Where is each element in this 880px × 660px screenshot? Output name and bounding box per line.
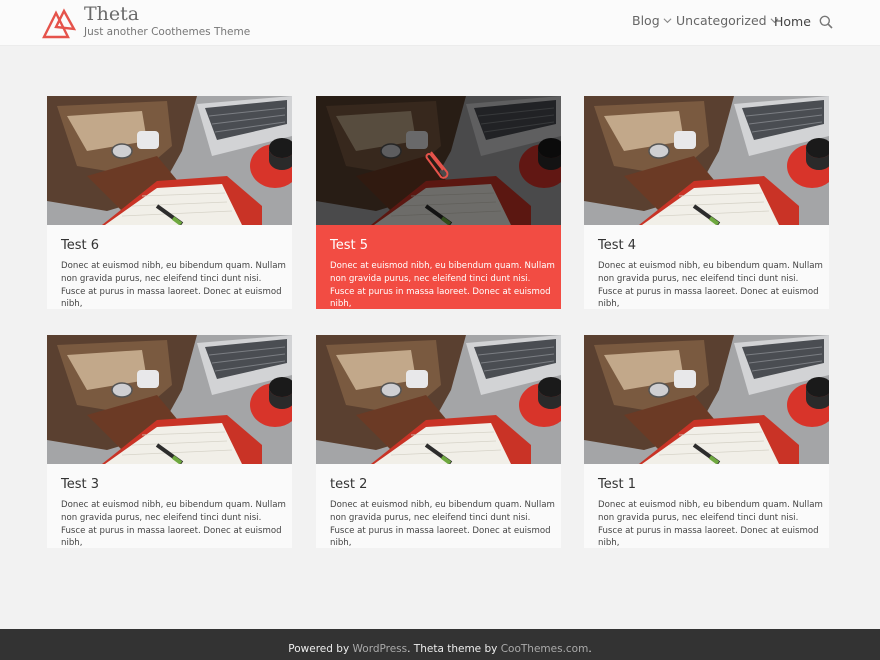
post-thumbnail[interactable]	[584, 96, 829, 225]
nav-item-blog[interactable]: Blog	[632, 13, 672, 28]
coothemes-link[interactable]: CooThemes.com	[501, 643, 589, 655]
footer-prefix: Powered by	[288, 643, 353, 655]
post-card[interactable]: Test 6 Donec at euismod nibh, eu bibendum…	[47, 96, 292, 309]
post-title[interactable]: Test 3	[61, 477, 99, 492]
post-excerpt: Donec at euismod nibh, eu bibendum quam.…	[330, 261, 555, 310]
post-thumbnail-image	[584, 335, 829, 464]
post-title[interactable]: Test 5	[330, 238, 368, 253]
post-excerpt: Donec at euismod nibh, eu bibendum quam.…	[598, 500, 823, 549]
nav-item-label: Blog	[632, 13, 660, 28]
post-thumbnail-image	[47, 96, 292, 225]
chevron-down-icon	[663, 18, 672, 24]
hover-overlay	[316, 96, 561, 225]
post-thumbnail[interactable]	[316, 335, 561, 464]
post-title[interactable]: Test 4	[598, 238, 636, 253]
post-thumbnail[interactable]	[316, 96, 561, 225]
footer-middle: . Theta theme by	[407, 643, 501, 655]
post-title[interactable]: Test 1	[598, 477, 636, 492]
nav-item-home[interactable]: Home	[774, 14, 811, 29]
site-tagline: Just another Coothemes Theme	[84, 26, 251, 38]
post-card[interactable]: Test 1 Donec at euismod nibh, eu bibendum…	[584, 335, 829, 548]
post-thumbnail[interactable]	[47, 96, 292, 225]
site-header: Theta Just another Coothemes Theme Blog …	[0, 0, 880, 46]
post-excerpt: Donec at euismod nibh, eu bibendum quam.…	[598, 261, 823, 310]
theta-logo-icon[interactable]	[42, 7, 76, 39]
site-title[interactable]: Theta	[84, 3, 139, 25]
post-card[interactable]: Test 3 Donec at euismod nibh, eu bibendum…	[47, 335, 292, 548]
post-excerpt: Donec at euismod nibh, eu bibendum quam.…	[61, 261, 286, 310]
nav-item-label: Home	[774, 14, 811, 29]
post-thumbnail-image	[316, 335, 561, 464]
post-title[interactable]: test 2	[330, 477, 367, 492]
post-excerpt: Donec at euismod nibh, eu bibendum quam.…	[330, 500, 555, 549]
post-excerpt: Donec at euismod nibh, eu bibendum quam.…	[61, 500, 286, 549]
post-card[interactable]: test 2 Donec at euismod nibh, eu bibendum…	[316, 335, 561, 548]
wordpress-link[interactable]: WordPress	[353, 643, 408, 655]
search-icon[interactable]	[819, 15, 833, 29]
nav-item-label: Uncategorized	[676, 13, 767, 28]
post-thumbnail-image	[584, 96, 829, 225]
post-thumbnail-image	[47, 335, 292, 464]
site-footer: Powered by WordPress. Theta theme by Coo…	[0, 629, 880, 660]
post-card[interactable]: Test 5 Donec at euismod nibh, eu bibendum…	[316, 96, 561, 309]
post-card[interactable]: Test 4 Donec at euismod nibh, eu bibendum…	[584, 96, 829, 309]
post-thumbnail[interactable]	[584, 335, 829, 464]
post-title[interactable]: Test 6	[61, 238, 99, 253]
paperclip-icon	[425, 151, 449, 179]
footer-suffix: .	[588, 643, 592, 655]
nav-item-uncategorized[interactable]: Uncategorized	[676, 13, 779, 28]
post-thumbnail[interactable]	[47, 335, 292, 464]
